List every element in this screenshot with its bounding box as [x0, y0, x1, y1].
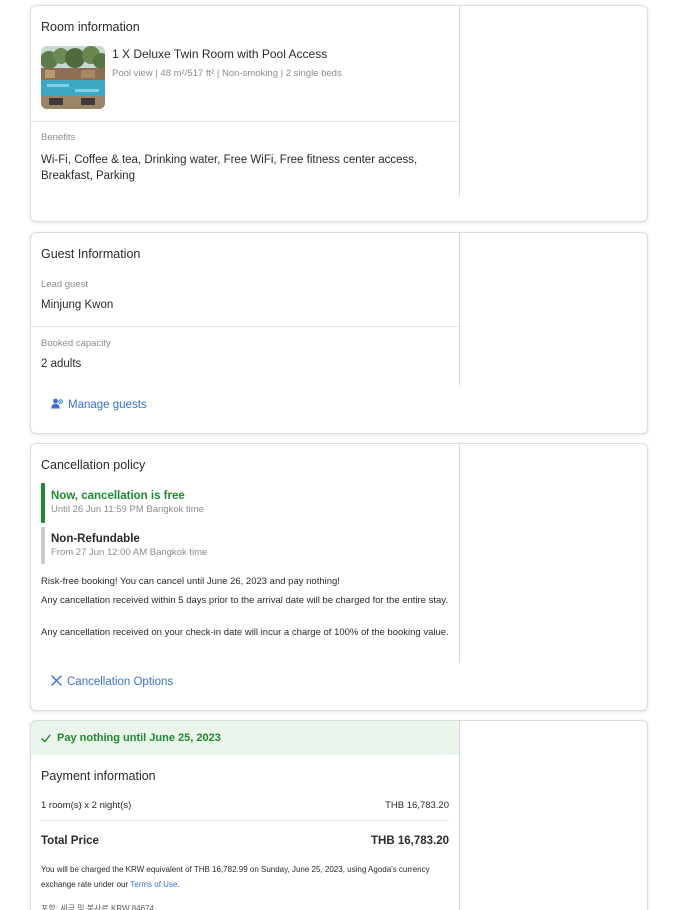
manage-guests-label: Manage guests — [68, 399, 147, 411]
column-divider — [459, 721, 460, 910]
room-nights-label: 1 room(s) x 2 night(s) — [41, 800, 132, 811]
pay-later-text: Pay nothing until June 25, 2023 — [57, 732, 221, 744]
cancellation-policy-card: Cancellation policy Now, cancellation is… — [30, 443, 648, 711]
lead-guest-name: Minjung Kwon — [41, 299, 114, 311]
cancellation-options-link[interactable]: Cancellation Options — [51, 675, 173, 689]
divider — [41, 820, 449, 821]
room-information-card: Room information 1 X Deluxe Twin Room wi… — [30, 5, 648, 222]
guest-information-card: Guest Information Lead guest Minjung Kwo… — [30, 232, 648, 434]
cancellation-policy-title: Cancellation policy — [41, 458, 146, 472]
manage-guests-link[interactable]: Manage guests — [51, 398, 147, 412]
room-photo[interactable] — [41, 46, 105, 109]
free-cancellation-title: Now, cancellation is free — [51, 490, 185, 502]
room-details: Pool view | 48 m²/517 ft² | Non-smoking … — [112, 68, 342, 79]
guest-information-title: Guest Information — [41, 247, 141, 261]
close-x-icon — [51, 675, 62, 689]
free-cancellation-block: Now, cancellation is free Until 26 Jun 1… — [41, 483, 451, 523]
room-nights-price: THB 16,783.20 — [385, 800, 449, 811]
check-icon — [41, 734, 51, 742]
total-price-value: THB 16,783.20 — [371, 835, 449, 847]
cancellation-rule-2: Any cancellation received on your check-… — [41, 627, 449, 638]
booked-capacity-value: 2 adults — [41, 358, 82, 370]
payment-information-title: Payment information — [41, 769, 156, 783]
divider — [31, 121, 459, 122]
charge-note: You will be charged the KRW equivalent o… — [41, 865, 430, 889]
tax-note: 포함: 세금 및 봉사료 KRW 84674 — [41, 904, 154, 910]
room-nights-row: 1 room(s) x 2 night(s) THB 16,783.20 — [41, 800, 449, 811]
lead-guest-label: Lead guest — [41, 279, 89, 290]
user-gear-icon — [51, 398, 63, 412]
benefits-list: Wi-Fi, Coffee & tea, Drinking water, Fre… — [41, 154, 418, 182]
column-divider — [459, 444, 460, 662]
status-bar — [41, 527, 45, 564]
total-price-label: Total Price — [41, 835, 99, 847]
free-cancellation-deadline: Until 26 Jun 11:59 PM Bangkok time — [51, 504, 204, 515]
non-refundable-block: Non-Refundable From 27 Jun 12:00 AM Bang… — [41, 527, 451, 564]
non-refundable-title: Non-Refundable — [51, 533, 140, 545]
room-information-title: Room information — [41, 20, 140, 34]
risk-free-note: Risk-free booking! You can cancel until … — [41, 576, 340, 587]
non-refundable-start: From 27 Jun 12:00 AM Bangkok time — [51, 547, 208, 558]
cancellation-rule-1: Any cancellation received within 5 days … — [41, 595, 448, 606]
room-name: 1 X Deluxe Twin Room with Pool Access — [112, 47, 328, 61]
status-bar — [41, 483, 45, 523]
total-price-row: Total Price THB 16,783.20 — [41, 835, 449, 847]
cancellation-options-label: Cancellation Options — [67, 676, 174, 688]
column-divider — [459, 6, 460, 196]
column-divider — [459, 233, 460, 385]
booked-capacity-label: Booked capacity — [41, 338, 111, 349]
benefits-label: Benefits — [41, 132, 76, 143]
divider — [31, 326, 459, 327]
pay-later-banner: Pay nothing until June 25, 2023 — [31, 721, 459, 755]
terms-of-use-link[interactable]: Terms of Use — [130, 880, 177, 889]
payment-card: Pay nothing until June 25, 2023 Payment … — [30, 720, 648, 910]
